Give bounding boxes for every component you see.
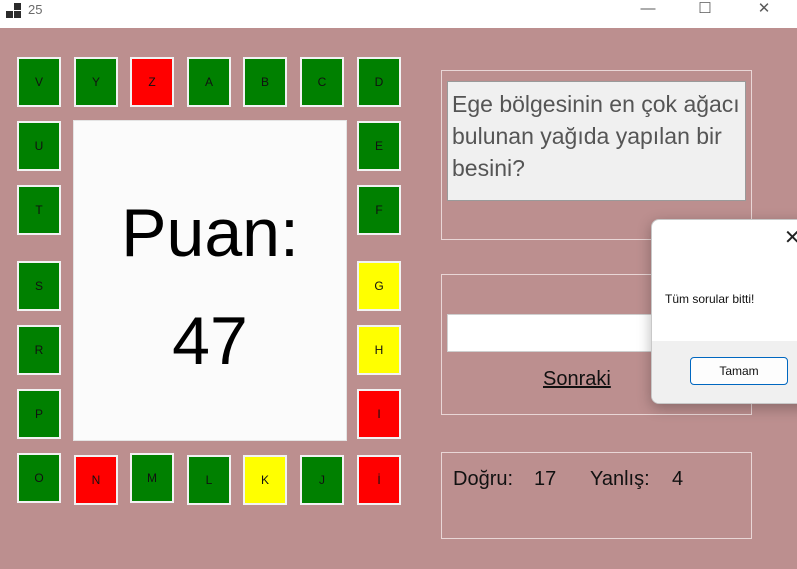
correct-label: Doğru:: [453, 468, 514, 490]
letter-tile[interactable]: D: [357, 57, 401, 107]
letter-tile[interactable]: A: [187, 57, 231, 107]
letter-tile[interactable]: S: [17, 261, 61, 311]
letter-tile[interactable]: F: [357, 185, 401, 235]
correct-value: 17: [534, 468, 557, 490]
close-button[interactable]: ✕: [741, 0, 787, 20]
score-value: 47: [172, 303, 248, 379]
letter-tile[interactable]: C: [300, 57, 344, 107]
letter-tile[interactable]: B: [243, 57, 287, 107]
minimize-button[interactable]: —: [625, 0, 671, 20]
letter-tile[interactable]: J: [300, 455, 344, 505]
title-bar: 25 — ☐ ✕: [0, 0, 797, 28]
letter-tile[interactable]: Y: [74, 57, 118, 107]
letter-tile[interactable]: Z: [130, 57, 174, 107]
score-panel: Puan: 47: [73, 120, 347, 441]
dialog-close-button[interactable]: ✕: [784, 225, 797, 250]
letter-tile[interactable]: H: [357, 325, 401, 375]
letter-tile[interactable]: İ: [357, 455, 401, 505]
letter-tile[interactable]: K: [243, 455, 287, 505]
wrong-label: Yanlış:: [590, 468, 650, 490]
app-icon: [6, 3, 22, 19]
dialog-ok-button[interactable]: Tamam: [690, 357, 788, 385]
letter-tile[interactable]: V: [17, 57, 61, 107]
letter-tile[interactable]: L: [187, 455, 231, 505]
maximize-button[interactable]: ☐: [682, 0, 728, 20]
letter-tile[interactable]: T: [17, 185, 61, 235]
letter-tile[interactable]: N: [74, 455, 118, 505]
letter-tile[interactable]: E: [357, 121, 401, 171]
letter-tile[interactable]: R: [17, 325, 61, 375]
answer-input[interactable]: [447, 314, 657, 352]
question-text: Ege bölgesinin en çok ağacı bulunan yağı…: [447, 81, 746, 201]
letter-tile[interactable]: G: [357, 261, 401, 311]
stats-group: [441, 452, 752, 539]
next-button[interactable]: Sonraki: [543, 368, 611, 391]
letter-tile[interactable]: U: [17, 121, 61, 171]
letter-tile[interactable]: P: [17, 389, 61, 439]
window-title: 25: [28, 2, 43, 17]
letter-tile[interactable]: O: [17, 453, 61, 503]
score-label: Puan:: [121, 195, 299, 271]
message-dialog: ✕ Tüm sorular bitti! Tamam: [651, 219, 797, 404]
letter-tile[interactable]: M: [130, 453, 174, 503]
letter-tile[interactable]: I: [357, 389, 401, 439]
dialog-message: Tüm sorular bitti!: [665, 292, 755, 306]
wrong-value: 4: [672, 468, 684, 490]
dialog-footer: Tamam: [652, 341, 797, 403]
